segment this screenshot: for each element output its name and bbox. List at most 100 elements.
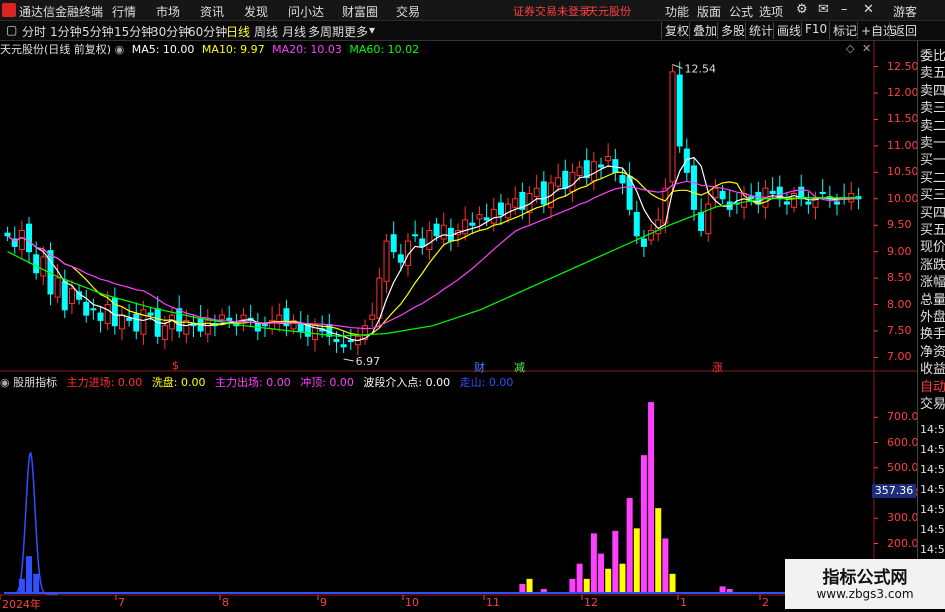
- candle-body: [126, 317, 133, 321]
- side-panel-label[interactable]: 总量: [920, 289, 945, 308]
- candle-body: [698, 212, 705, 232]
- candle-body: [562, 170, 569, 189]
- indicator-name: 股朋指标: [13, 376, 58, 389]
- candle-body: [390, 234, 397, 253]
- side-panel-label[interactable]: 买三: [920, 184, 945, 203]
- signal-marker: 涨: [712, 361, 723, 374]
- date-tick: 10: [405, 596, 419, 609]
- side-panel-label[interactable]: 卖一: [920, 132, 945, 151]
- candle-body: [4, 232, 11, 237]
- candle-body: [669, 71, 676, 183]
- watermark-title: 指标公式网: [822, 568, 908, 588]
- price-tick: 7.00: [887, 350, 912, 364]
- watermark: 指标公式网 www.zbgs3.com: [785, 559, 945, 609]
- candle-body: [261, 324, 268, 327]
- candle-body: [783, 201, 790, 205]
- tick-time: 14:56: [920, 523, 945, 536]
- candle-body: [483, 217, 490, 221]
- candle-body: [347, 340, 354, 343]
- date-tick: 2024年: [2, 598, 41, 611]
- candle-body: [605, 155, 612, 162]
- side-panel-label[interactable]: 收益: [920, 358, 945, 377]
- settings-circle-icon[interactable]: ◉: [0, 376, 10, 389]
- candle-body: [748, 196, 755, 200]
- candle-body: [590, 161, 597, 182]
- candle-body: [369, 314, 376, 320]
- candle-body: [555, 177, 562, 187]
- candle-body: [648, 230, 655, 241]
- ma10-line: [7, 171, 859, 336]
- side-panel-label[interactable]: 买四: [920, 202, 945, 221]
- indicator-current-value: 357.36: [872, 484, 916, 498]
- side-panel-label[interactable]: 净资: [920, 341, 945, 360]
- date-tick: 12: [584, 596, 598, 609]
- tick-time: 14:56: [920, 423, 945, 436]
- side-panel-label[interactable]: 买五: [920, 219, 945, 238]
- signal-marker: 财: [474, 361, 485, 374]
- candle-body: [54, 277, 61, 298]
- candle-body: [419, 238, 426, 247]
- quote-side-panel: 委比 卖五 卖四 卖三 卖二 卖一 买一 买二 买三 买四 买五 现价 涨跌 涨幅 总量 外盘 换手 净资 收益 自动…: [917, 41, 945, 609]
- date-tick: 7: [118, 596, 125, 609]
- low-price-label-pointer: [343, 358, 354, 362]
- date-tick: 8: [222, 596, 229, 609]
- side-panel-label[interactable]: 卖五: [920, 62, 945, 81]
- price-tick: 10.00: [887, 191, 919, 205]
- indicator-info-line: ◉ 股朋指标 主力进场: 0.00 洗盘: 0.00 主力出场: 0.00 冲顶…: [0, 374, 513, 390]
- candle-body: [512, 198, 519, 208]
- indicator-item-washout: 洗盘: 0.00: [151, 376, 206, 389]
- candle-body: [569, 171, 576, 192]
- candle-body: [505, 203, 512, 219]
- tick-time: 14:56: [920, 463, 945, 476]
- candle-body: [426, 230, 433, 251]
- candle-body: [583, 160, 590, 179]
- candle-body: [68, 288, 75, 304]
- tick-time: 14:56: [920, 483, 945, 496]
- candle-body: [297, 323, 304, 332]
- side-panel-label[interactable]: 交易: [920, 393, 945, 412]
- candle-body: [705, 203, 712, 235]
- side-panel-label[interactable]: 涨跌: [920, 254, 945, 273]
- candle-body: [26, 223, 33, 253]
- indicator-bar: [626, 498, 633, 594]
- side-panel-label[interactable]: 卖二: [920, 115, 945, 134]
- candle-body: [383, 240, 390, 282]
- low-price-label: 6.97: [356, 355, 381, 368]
- indicator-bar: [619, 563, 626, 594]
- price-tick: 12.00: [887, 86, 919, 100]
- candle-body: [226, 317, 233, 321]
- side-panel-label[interactable]: 委比: [920, 45, 945, 64]
- kline-chart[interactable]: 12.54 6.97: [0, 0, 945, 609]
- candle-body: [833, 201, 840, 205]
- indicator-bar: [26, 556, 33, 594]
- side-panel-label[interactable]: 卖四: [920, 80, 945, 99]
- candle-body: [640, 238, 647, 247]
- side-panel-label[interactable]: 卖三: [920, 97, 945, 116]
- indicator-bar: [598, 553, 605, 594]
- side-panel-label[interactable]: 买二: [920, 167, 945, 186]
- candle-body: [333, 338, 340, 343]
- candle-body: [769, 190, 776, 194]
- indicator-bar: [648, 402, 655, 594]
- candle-body: [240, 314, 247, 320]
- tick-time: 14:56: [920, 503, 945, 516]
- candle-body: [490, 208, 497, 224]
- indicator-tick: 500.0: [887, 460, 919, 474]
- side-panel-label[interactable]: 自动: [920, 376, 945, 395]
- side-panel-label[interactable]: 买一: [920, 149, 945, 168]
- indicator-bar: [612, 530, 619, 594]
- price-tick: 9.50: [887, 218, 912, 232]
- side-panel-label[interactable]: 涨幅: [920, 271, 945, 290]
- candle-body: [598, 164, 605, 168]
- candle-body: [61, 280, 68, 311]
- indicator-bar: [605, 568, 612, 594]
- side-panel-label[interactable]: 现价: [920, 236, 945, 255]
- candle-body: [633, 212, 640, 237]
- candle-body: [676, 74, 683, 147]
- candle-body: [540, 181, 547, 205]
- indicator-bar: [576, 563, 583, 594]
- side-panel-label[interactable]: 外盘: [920, 306, 945, 325]
- side-panel-label[interactable]: 换手: [920, 323, 945, 342]
- candle-body: [147, 312, 154, 316]
- candle-body: [90, 308, 97, 311]
